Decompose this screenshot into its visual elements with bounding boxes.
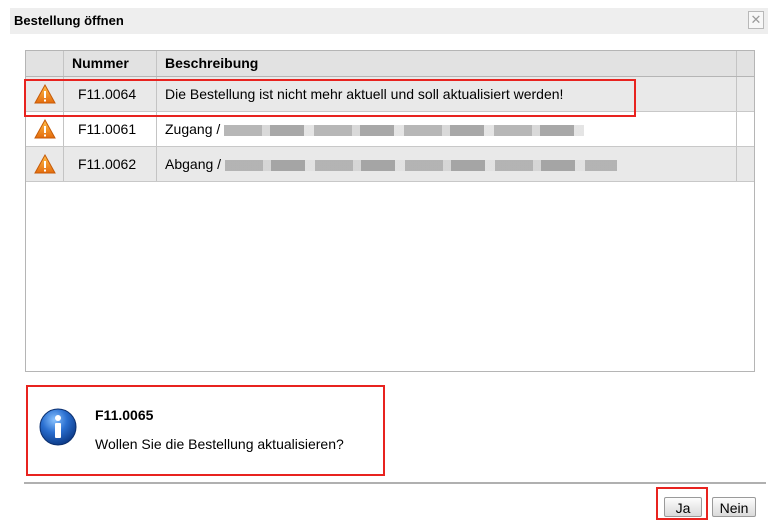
row-filler <box>737 77 754 111</box>
order-description-cell: Abgang / <box>157 147 737 181</box>
table-row[interactable]: F11.0062 Abgang / <box>26 147 754 182</box>
dialog-titlebar: Bestellung öffnen ✕ <box>10 8 768 34</box>
column-header-icon[interactable] <box>26 51 64 76</box>
row-filler <box>737 147 754 181</box>
warning-icon <box>26 147 64 181</box>
warning-icon <box>26 112 64 146</box>
order-description-cell: Zugang / <box>157 112 737 146</box>
order-number: F11.0061 <box>64 112 157 146</box>
redacted-text <box>225 159 618 171</box>
highlight-frame-message <box>26 385 385 476</box>
order-description: Zugang / <box>165 121 221 137</box>
column-header-description[interactable]: Beschreibung <box>157 51 737 76</box>
close-icon: ✕ <box>750 12 762 27</box>
highlight-frame-yes <box>656 487 708 520</box>
row-filler <box>737 112 754 146</box>
order-open-dialog: Bestellung öffnen ✕ Nummer Beschreibung … <box>0 0 770 520</box>
highlight-frame-row <box>24 79 636 117</box>
column-header-filler <box>737 51 754 76</box>
grid-header: Nummer Beschreibung <box>26 51 754 77</box>
order-number: F11.0062 <box>64 147 157 181</box>
dialog-title: Bestellung öffnen <box>14 13 124 28</box>
table-row[interactable]: F11.0061 Zugang / <box>26 112 754 147</box>
redacted-text <box>224 124 585 136</box>
close-button[interactable]: ✕ <box>748 11 764 29</box>
column-header-number[interactable]: Nummer <box>64 51 157 76</box>
order-description: Abgang / <box>165 156 222 172</box>
no-button[interactable]: Nein <box>712 497 756 517</box>
divider <box>24 482 766 484</box>
